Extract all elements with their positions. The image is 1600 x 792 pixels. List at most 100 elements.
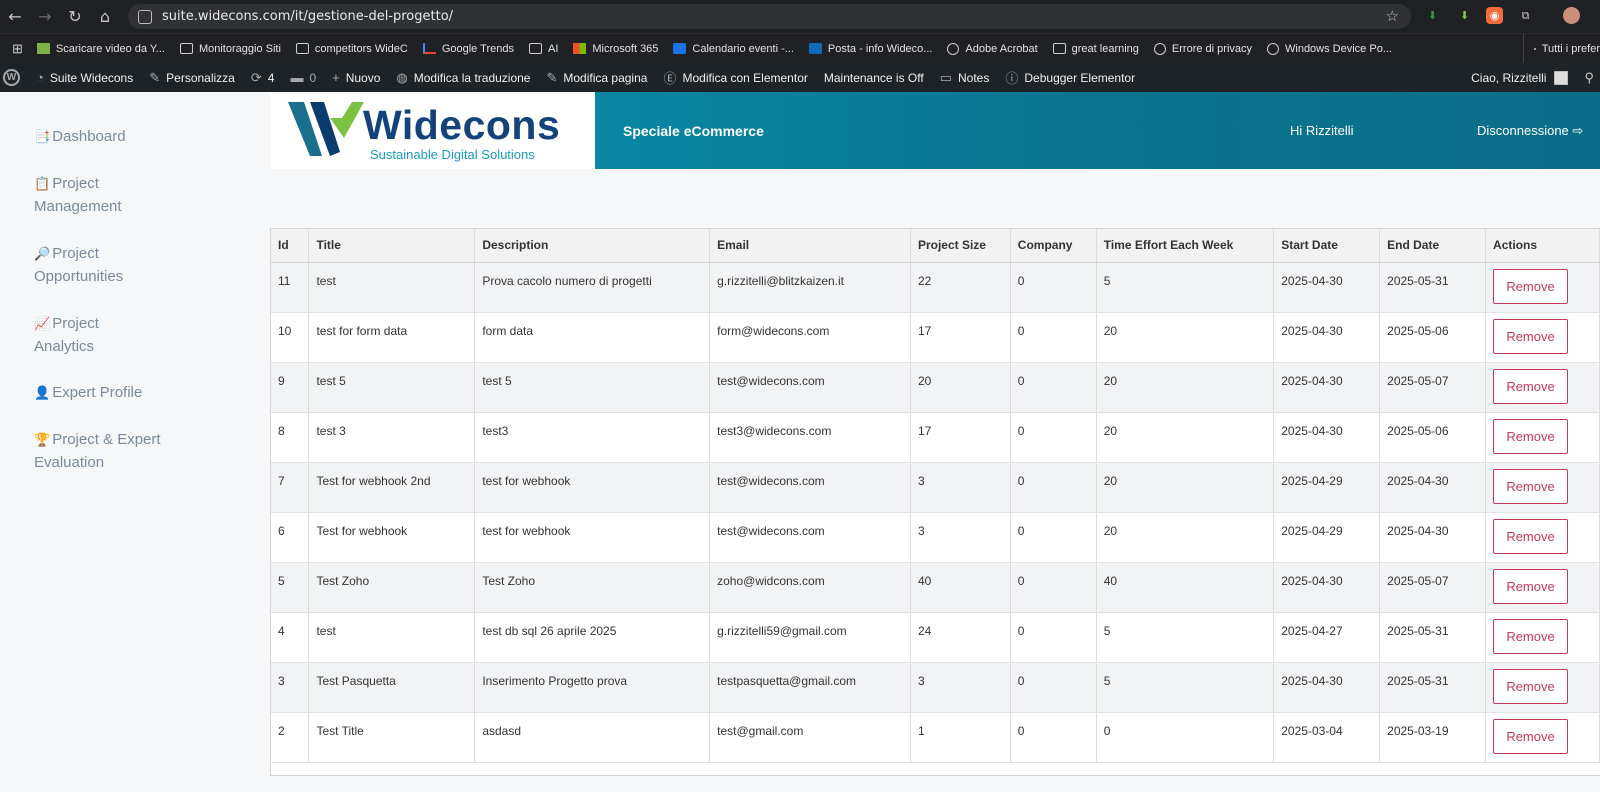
wp-debugger-link[interactable]: ⓘ Debugger Elementor xyxy=(997,68,1143,87)
user-greeting: Hi Rizzitelli xyxy=(1290,123,1354,138)
cell-company: 0 xyxy=(1010,262,1097,313)
wp-customize-link[interactable]: ✎ Personalizza xyxy=(141,70,243,86)
sidebar-item-project-analytics[interactable]: 📈 Project Analytics xyxy=(34,312,144,358)
wp-notes-link[interactable]: ▭ Notes xyxy=(932,70,998,86)
bookmark-folder[interactable]: Monitoraggio Siti xyxy=(179,43,281,55)
table-row: 11 test Prova cacolo numero di progetti g.r… xyxy=(271,262,1600,313)
remove-button[interactable]: Remove xyxy=(1493,368,1569,404)
back-icon[interactable]: ← xyxy=(0,2,30,32)
column-header: Project Size xyxy=(910,229,1011,263)
extensions-puzzle-icon[interactable]: ⧉ xyxy=(1517,7,1534,24)
cell-time-effort: 20 xyxy=(1096,362,1275,413)
reload-icon[interactable]: ↻ xyxy=(60,2,90,32)
site-info-icon[interactable] xyxy=(138,9,152,24)
cell-email: zoho@widcons.com xyxy=(709,562,911,613)
folder-icon xyxy=(1052,43,1066,54)
bookmark-item[interactable]: Microsoft 365 xyxy=(573,43,658,55)
extension-download-green-icon[interactable]: ⬇ xyxy=(1456,7,1473,24)
folder-icon xyxy=(1533,48,1536,50)
address-bar[interactable]: suite.widecons.com/it/gestione-del-proge… xyxy=(128,4,1411,29)
wp-edit-page-link[interactable]: ✎ Modifica pagina xyxy=(538,70,655,86)
bookmark-item[interactable]: Windows Device Po... xyxy=(1267,42,1392,55)
search-icon[interactable]: ⚲ xyxy=(1584,70,1594,86)
profile-avatar-icon[interactable] xyxy=(1563,7,1580,24)
wp-comments-link[interactable]: ▬ 0 xyxy=(282,70,324,85)
cell-project-size: 3 xyxy=(910,512,1011,563)
cell-project-size: 17 xyxy=(910,412,1011,463)
wp-user-greeting[interactable]: Ciao, Rizzitelli xyxy=(1471,71,1546,85)
brush-icon: ✎ xyxy=(149,69,161,85)
cell-company: 0 xyxy=(1010,362,1097,413)
logout-link[interactable]: Disconnessione ⇨ xyxy=(1477,123,1583,139)
forward-icon[interactable]: → xyxy=(30,2,60,32)
bookmark-item[interactable]: Errore di privacy xyxy=(1153,42,1252,55)
wp-site-link[interactable]: ◔ Suite Widecons xyxy=(28,70,141,85)
sidebar-item-project-opportunities[interactable]: 🔎 Project Opportunities xyxy=(34,242,164,288)
bookmark-star-icon[interactable]: ☆ xyxy=(1386,7,1399,25)
bookmark-item[interactable]: Scaricare video da Y... xyxy=(36,43,165,55)
page-title[interactable]: Speciale eCommerce xyxy=(623,123,764,139)
wp-updates-link[interactable]: ⟳ 4 xyxy=(243,70,283,86)
cell-email: g.rizzitelli59@gmail.com xyxy=(709,612,911,663)
table-row: 7 Test for webhook 2nd test for webhook tes… xyxy=(271,462,1600,513)
cell-project-size: 1 xyxy=(910,712,1011,763)
all-bookmarks[interactable]: Tutti i prefer xyxy=(1522,34,1600,64)
wordpress-logo-icon[interactable]: W xyxy=(3,69,20,86)
cell-start-date: 2025-04-30 xyxy=(1273,312,1381,363)
cell-time-effort: 20 xyxy=(1096,312,1275,363)
remove-button[interactable]: Remove xyxy=(1493,468,1569,504)
magnifier-icon: 🔎 xyxy=(34,246,51,261)
cell-description: test3 xyxy=(474,412,711,463)
cell-id: 9 xyxy=(271,362,310,413)
remove-button[interactable]: Remove xyxy=(1493,618,1569,654)
cell-end-date: 2025-05-31 xyxy=(1379,662,1487,713)
updates-icon: ⟳ xyxy=(250,69,262,85)
sidebar-item-dashboard[interactable]: 📑 Dashboard xyxy=(34,125,234,148)
bookmark-item[interactable]: Google Trends xyxy=(422,43,514,55)
bookmark-item[interactable]: Posta - info Wideco... xyxy=(808,43,932,55)
apps-grid-icon[interactable]: ⊞ xyxy=(12,41,23,57)
bookmark-folder[interactable]: great learning xyxy=(1052,43,1139,55)
cell-id: 7 xyxy=(271,462,310,513)
cell-email: test@gmail.com xyxy=(709,712,911,763)
bookmark-folder[interactable]: AI xyxy=(528,43,558,55)
remove-button[interactable]: Remove xyxy=(1493,518,1569,554)
cell-description: test for webhook xyxy=(474,462,711,513)
sidebar-item-evaluation[interactable]: 🏆 Project & Expert Evaluation xyxy=(34,428,174,474)
remove-button[interactable]: Remove xyxy=(1493,268,1569,304)
cell-end-date: 2025-05-06 xyxy=(1379,312,1487,363)
home-icon[interactable]: ⌂ xyxy=(90,2,120,32)
column-header: Start Date xyxy=(1273,229,1381,263)
cell-id: 10 xyxy=(271,312,310,363)
extension-orange-icon[interactable]: ◉ xyxy=(1486,7,1503,24)
cell-email: test@widecons.com xyxy=(709,362,911,413)
cell-company: 0 xyxy=(1010,562,1097,613)
wp-maintenance-status[interactable]: Maintenance is Off xyxy=(816,71,932,85)
cell-description: Prova cacolo numero di progetti xyxy=(474,262,711,313)
cell-actions: Remove xyxy=(1485,362,1600,413)
wp-user-avatar[interactable] xyxy=(1554,70,1569,85)
remove-button[interactable]: Remove xyxy=(1493,568,1569,604)
column-header: Company xyxy=(1010,229,1097,263)
sidebar-item-expert-profile[interactable]: 👤 Expert Profile xyxy=(34,381,234,404)
cell-email: testpasquetta@gmail.com xyxy=(709,662,911,713)
logo-tagline: Sustainable Digital Solutions xyxy=(370,147,535,162)
cell-title: test for form data xyxy=(308,312,476,363)
bookmark-item[interactable]: Adobe Acrobat xyxy=(947,42,1038,55)
sidebar-item-project-management[interactable]: 📋 Project Management xyxy=(34,172,164,218)
plus-icon: + xyxy=(332,70,340,85)
bookmark-item[interactable]: Calendario eventi -... xyxy=(673,43,794,55)
wp-elementor-edit-link[interactable]: Ⓔ Modifica con Elementor xyxy=(655,68,815,87)
wp-new-link[interactable]: + Nuovo xyxy=(324,70,388,85)
widecons-logo[interactable]: Widecons Sustainable Digital Solutions xyxy=(270,92,595,169)
remove-button[interactable]: Remove xyxy=(1493,718,1569,754)
cell-actions: Remove xyxy=(1485,462,1600,513)
calendar-icon xyxy=(673,43,687,54)
cell-description: test for webhook xyxy=(474,512,711,563)
wp-translate-link[interactable]: ◍ Modifica la traduzione xyxy=(388,70,538,86)
remove-button[interactable]: Remove xyxy=(1493,418,1569,454)
remove-button[interactable]: Remove xyxy=(1493,318,1569,354)
remove-button[interactable]: Remove xyxy=(1493,668,1569,704)
bookmark-folder[interactable]: competitors WideC xyxy=(295,43,408,55)
extension-download-icon[interactable]: ⬇ xyxy=(1424,7,1441,24)
